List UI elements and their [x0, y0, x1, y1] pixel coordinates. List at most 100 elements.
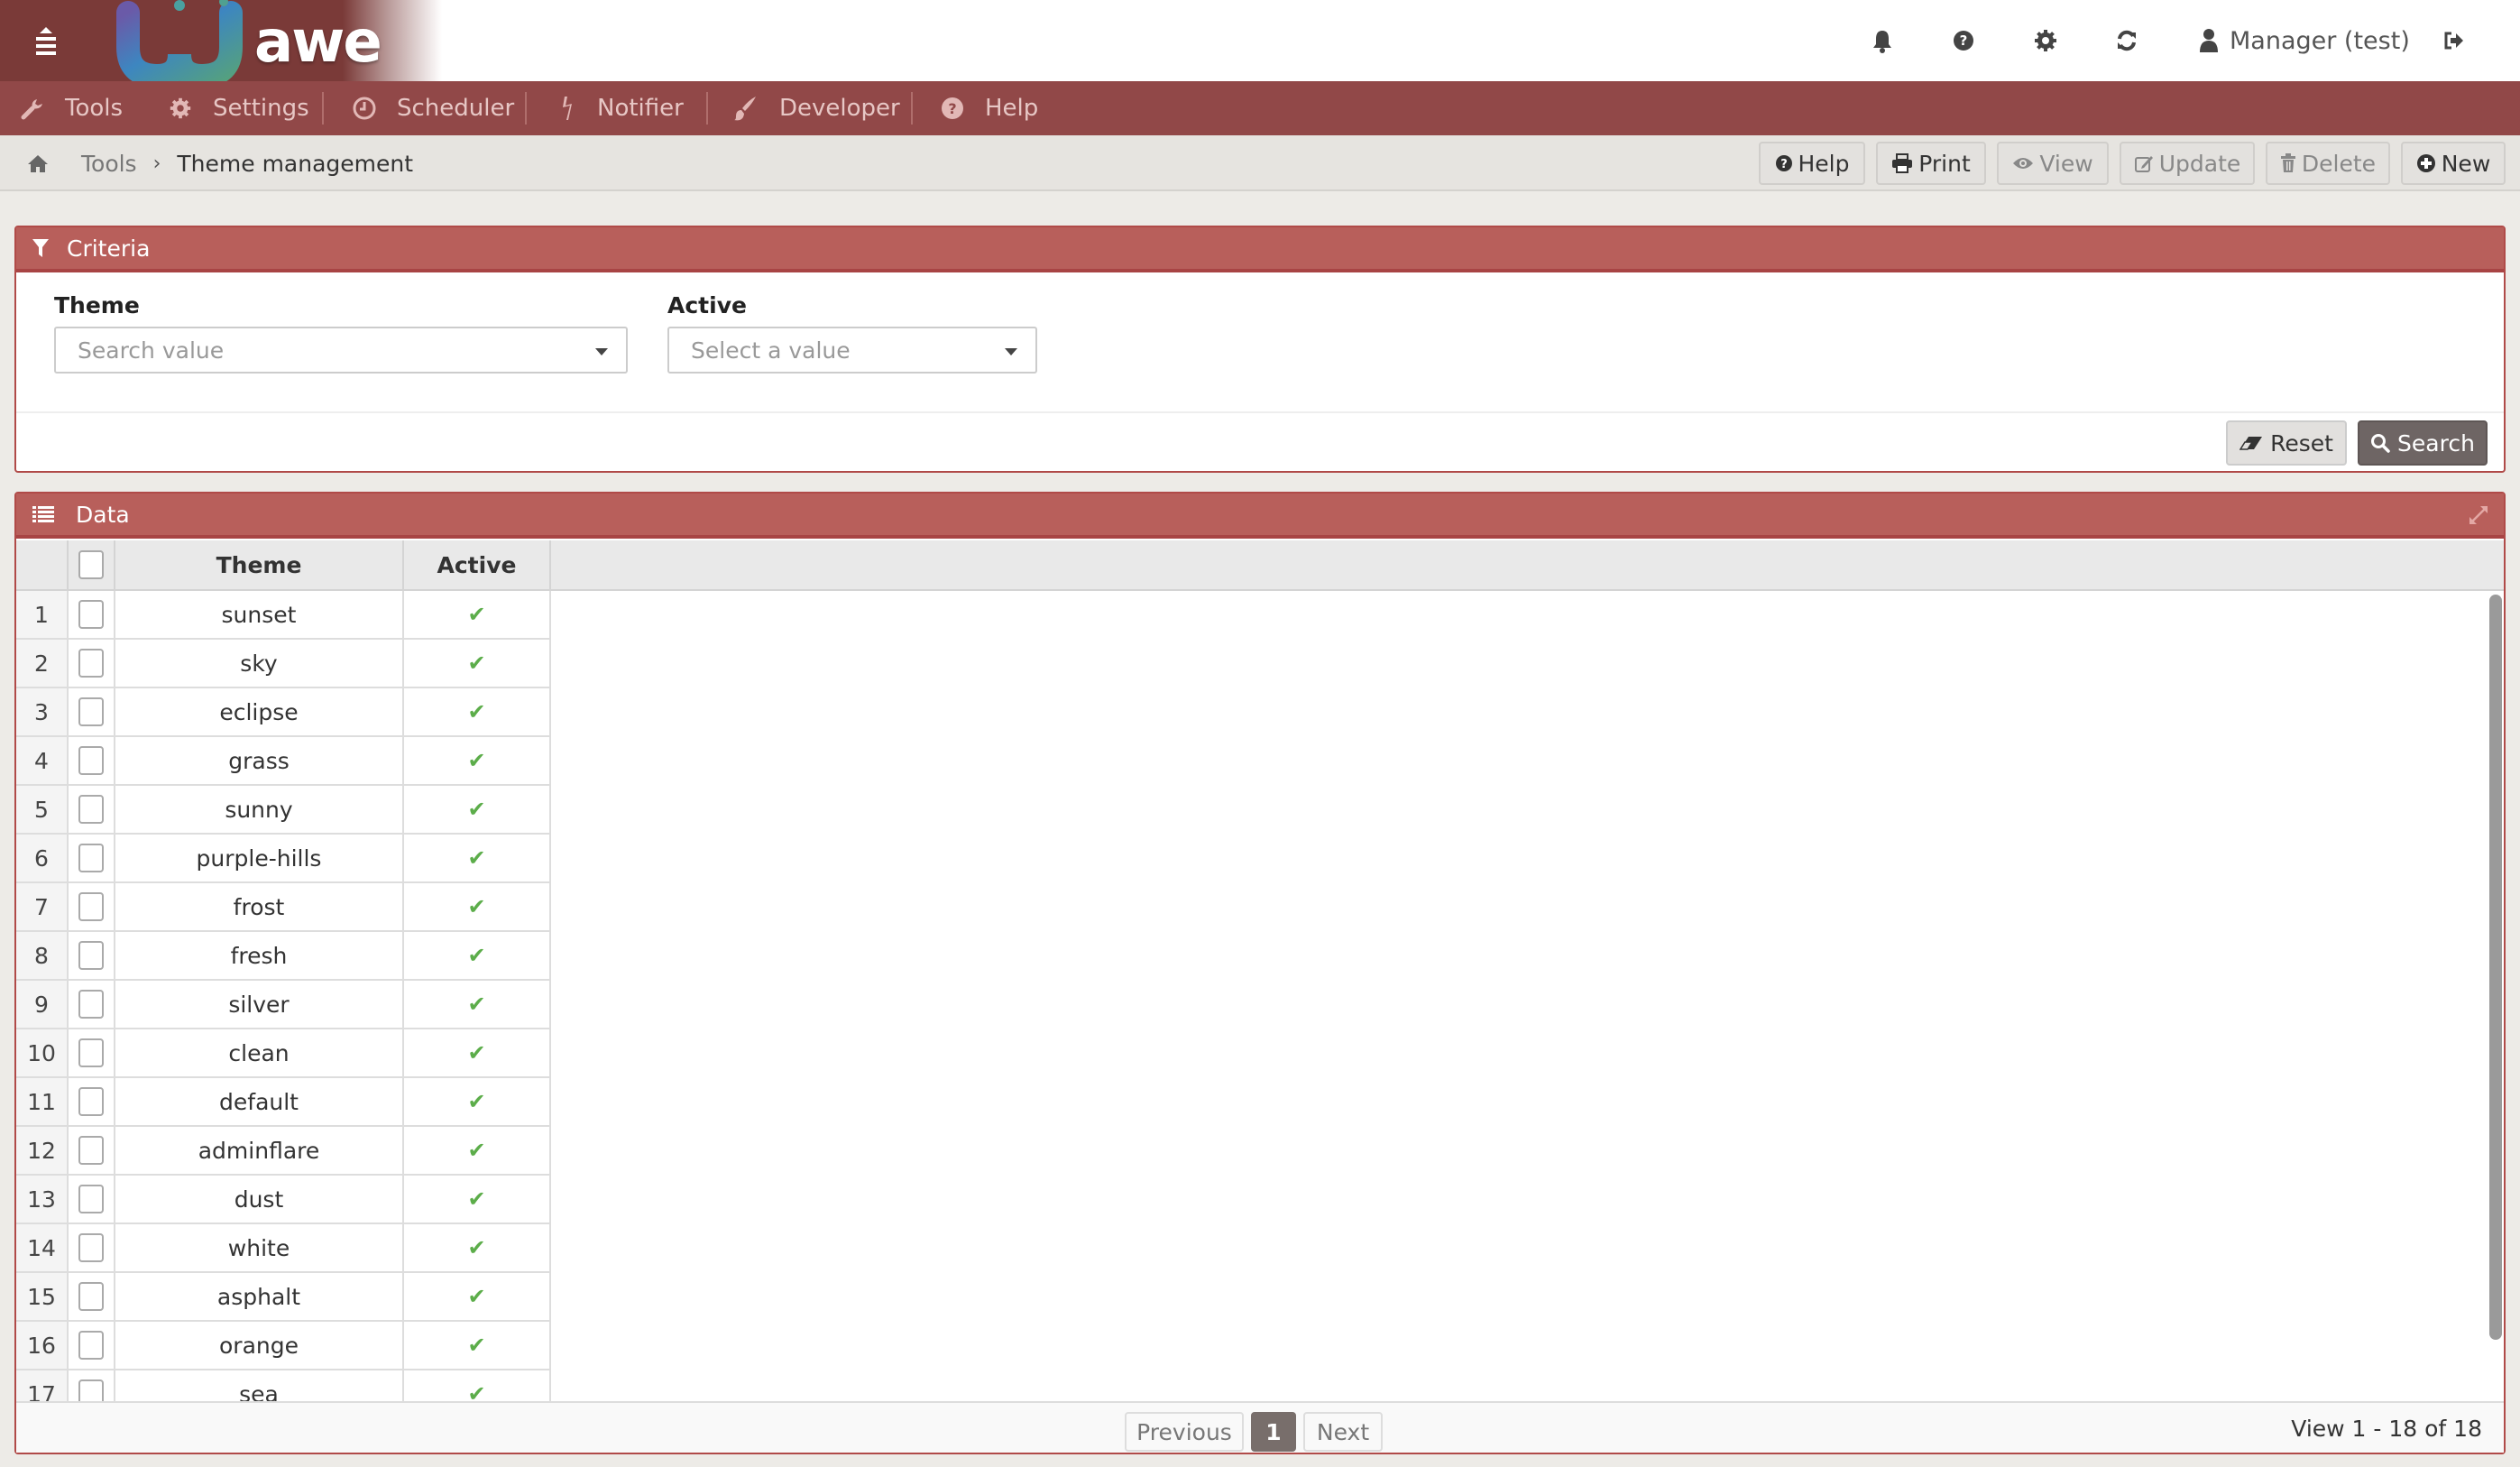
row-checkbox[interactable] [78, 649, 104, 678]
row-checkbox[interactable] [78, 746, 104, 775]
table-row[interactable]: 6 purple-hills ✔ [16, 835, 551, 883]
row-checkbox[interactable] [78, 941, 104, 970]
column-header-theme[interactable]: Theme [115, 540, 404, 589]
table-row[interactable]: 14 white ✔ [16, 1224, 551, 1273]
row-select-cell [69, 883, 115, 930]
theme-search-select[interactable]: Search value [54, 327, 628, 374]
active-cell: ✔ [404, 737, 551, 784]
question-circle-icon[interactable]: ? [1950, 27, 1977, 54]
theme-cell[interactable]: dust [115, 1176, 404, 1222]
view-button[interactable]: View [1997, 142, 2109, 185]
select-all-checkbox[interactable] [78, 550, 104, 579]
active-cell: ✔ [404, 1370, 551, 1401]
theme-cell[interactable]: sunny [115, 786, 404, 833]
table-row[interactable]: 8 fresh ✔ [16, 932, 551, 981]
row-checkbox[interactable] [78, 1379, 104, 1401]
breadcrumb-tools[interactable]: Tools [81, 151, 137, 177]
table-row[interactable]: 2 sky ✔ [16, 640, 551, 688]
new-button[interactable]: New [2401, 142, 2506, 185]
active-select[interactable]: Select a value [667, 327, 1037, 374]
row-select-cell [69, 1176, 115, 1222]
theme-cell[interactable]: adminflare [115, 1127, 404, 1174]
table-row[interactable]: 7 frost ✔ [16, 883, 551, 932]
row-checkbox[interactable] [78, 990, 104, 1019]
theme-cell[interactable]: purple-hills [115, 835, 404, 881]
gear-icon[interactable] [2032, 27, 2059, 54]
theme-cell[interactable]: eclipse [115, 688, 404, 735]
table-row[interactable]: 15 asphalt ✔ [16, 1273, 551, 1322]
logout-icon[interactable] [2441, 27, 2468, 54]
row-select-cell [69, 1127, 115, 1174]
theme-cell[interactable]: asphalt [115, 1273, 404, 1320]
nav-item-settings[interactable]: Settings [168, 81, 309, 135]
row-checkbox[interactable] [78, 1233, 104, 1262]
check-icon: ✔ [467, 797, 486, 822]
table-row[interactable]: 9 silver ✔ [16, 981, 551, 1029]
theme-cell[interactable]: clean [115, 1029, 404, 1076]
row-checkbox[interactable] [78, 844, 104, 872]
nav-item-notifier[interactable]: Notifier [557, 81, 684, 135]
table-row[interactable]: 3 eclipse ✔ [16, 688, 551, 737]
next-page-button[interactable]: Next [1303, 1412, 1383, 1452]
row-number: 10 [16, 1029, 69, 1076]
chevron-down-icon [1005, 348, 1017, 355]
table-row[interactable]: 16 orange ✔ [16, 1322, 551, 1370]
table-row[interactable]: 4 grass ✔ [16, 737, 551, 786]
row-checkbox[interactable] [78, 1038, 104, 1067]
table-row[interactable]: 12 adminflare ✔ [16, 1127, 551, 1176]
nav-item-scheduler[interactable]: Scheduler [352, 81, 514, 135]
vertical-scrollbar[interactable] [2489, 595, 2502, 1340]
theme-cell[interactable]: orange [115, 1322, 404, 1369]
update-button[interactable]: Update [2120, 142, 2255, 185]
column-header-active[interactable]: Active [404, 540, 551, 589]
table-row[interactable]: 5 sunny ✔ [16, 786, 551, 835]
table-row[interactable]: 1 sunset ✔ [16, 591, 551, 640]
row-checkbox[interactable] [78, 892, 104, 921]
row-select-cell [69, 640, 115, 687]
row-checkbox[interactable] [78, 600, 104, 629]
row-checkbox[interactable] [78, 697, 104, 726]
previous-page-button[interactable]: Previous [1125, 1412, 1244, 1452]
row-checkbox[interactable] [78, 1282, 104, 1311]
theme-cell[interactable]: sea [115, 1370, 404, 1401]
user-menu[interactable]: Manager (test) [2199, 20, 2410, 61]
row-checkbox[interactable] [78, 1185, 104, 1213]
theme-cell[interactable]: default [115, 1078, 404, 1125]
page-1-button[interactable]: 1 [1251, 1412, 1296, 1452]
print-button[interactable]: Print [1876, 142, 1986, 185]
table-row[interactable]: 10 clean ✔ [16, 1029, 551, 1078]
menu-toggle-icon[interactable] [32, 25, 60, 56]
nav-item-developer[interactable]: Developer [732, 81, 900, 135]
search-button[interactable]: Search [2358, 420, 2488, 466]
table-row[interactable]: 17 sea ✔ [16, 1370, 551, 1401]
theme-cell[interactable]: sky [115, 640, 404, 687]
reset-button[interactable]: Reset [2226, 420, 2347, 466]
row-number: 3 [16, 688, 69, 735]
row-checkbox[interactable] [78, 1136, 104, 1165]
theme-cell[interactable]: white [115, 1224, 404, 1271]
theme-cell[interactable]: frost [115, 883, 404, 930]
refresh-icon[interactable] [2113, 27, 2140, 54]
nav-item-help[interactable]: ? Help [940, 81, 1038, 135]
help-button[interactable]: ? Help [1759, 142, 1865, 185]
breadcrumb-current: Theme management [177, 150, 414, 177]
theme-cell[interactable]: sunset [115, 591, 404, 638]
theme-cell[interactable]: grass [115, 737, 404, 784]
table-row[interactable]: 11 default ✔ [16, 1078, 551, 1127]
bolt-icon [563, 97, 572, 120]
row-select-cell [69, 932, 115, 979]
bell-icon[interactable] [1869, 27, 1896, 54]
svg-text:?: ? [1780, 158, 1788, 171]
row-checkbox[interactable] [78, 1087, 104, 1116]
delete-button[interactable]: Delete [2266, 142, 2390, 185]
row-checkbox[interactable] [78, 795, 104, 824]
home-icon[interactable] [27, 153, 49, 173]
expand-icon[interactable] [2468, 504, 2489, 526]
nav-item-tools[interactable]: Tools [20, 81, 123, 135]
theme-cell[interactable]: fresh [115, 932, 404, 979]
row-checkbox[interactable] [78, 1331, 104, 1360]
active-label: Active [667, 292, 747, 318]
table-row[interactable]: 13 dust ✔ [16, 1176, 551, 1224]
active-cell: ✔ [404, 1127, 551, 1174]
theme-cell[interactable]: silver [115, 981, 404, 1028]
